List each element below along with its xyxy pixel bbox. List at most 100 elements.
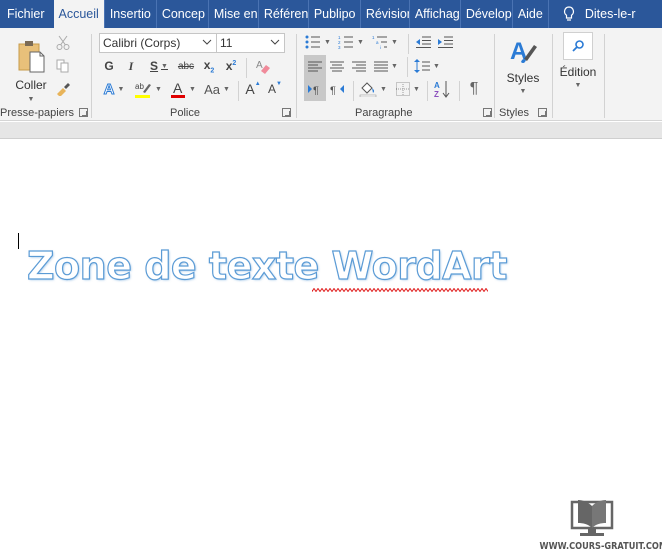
styles-dialog-launcher[interactable] — [538, 108, 547, 117]
font-color-caret[interactable]: ▼ — [189, 86, 196, 93]
clear-formatting-button[interactable]: A — [253, 57, 273, 75]
tab-insertion[interactable]: Insertio — [105, 0, 157, 28]
text-effects-caret[interactable]: ▼ — [117, 86, 124, 93]
bold-label: G — [104, 59, 114, 73]
scissors-icon — [56, 35, 70, 50]
change-case-button[interactable]: Aa ▼ — [201, 80, 233, 98]
align-center-button[interactable] — [327, 57, 347, 75]
bullets-button[interactable]: ▼ — [304, 33, 332, 51]
multilevel-caret[interactable]: ▼ — [391, 39, 398, 46]
bold-button[interactable]: G — [101, 57, 117, 75]
borders-caret[interactable]: ▼ — [413, 86, 420, 93]
underline-button[interactable]: S ▼ — [146, 57, 172, 75]
text-effects-button[interactable]: A ▼ — [100, 80, 128, 98]
clipboard-group-label: Presse-papiers — [0, 107, 74, 119]
tab-aide[interactable]: Aide — [513, 0, 549, 28]
paragraph-group-label: Paragraphe — [355, 107, 413, 119]
numbering-caret[interactable]: ▼ — [357, 39, 364, 46]
tab-developpeur[interactable]: Dévelop — [461, 0, 513, 28]
tell-me-label: Dites-le-r — [584, 7, 636, 21]
tab-revision[interactable]: Révisior — [361, 0, 410, 28]
styles-group: A Styles ▼ Styles — [495, 28, 552, 121]
styles-caret[interactable]: ▼ — [520, 88, 527, 95]
styles-button-label: Styles — [506, 71, 540, 85]
align-left-icon — [308, 61, 322, 71]
numbering-button[interactable]: 1 2 3 ▼ — [337, 33, 365, 51]
borders-button[interactable]: ▼ — [393, 80, 423, 98]
italic-label: I — [128, 58, 134, 73]
svg-text:¶: ¶ — [330, 85, 336, 95]
decrease-indent-button[interactable] — [413, 33, 433, 51]
subscript-button[interactable]: x2 — [200, 57, 218, 75]
cut-button[interactable] — [54, 34, 72, 52]
wordart-text-box[interactable]: Zone de texte WordArt — [26, 243, 508, 288]
tell-me-box[interactable]: Dites-le-r — [563, 6, 636, 22]
font-name-combobox[interactable]: Calibri (Corps) — [99, 33, 217, 53]
svg-text:3: 3 — [338, 45, 341, 49]
multilevel-list-button[interactable]: 1 a i ▼ — [370, 33, 400, 51]
group-separator — [604, 34, 605, 118]
styles-gallery-button[interactable]: A Styles ▼ — [501, 32, 545, 100]
book-monitor-icon — [570, 500, 614, 536]
tab-mise-en-page[interactable]: Mise en — [209, 0, 259, 28]
font-color-button[interactable]: A ▼ — [168, 80, 198, 98]
grow-font-button[interactable]: A ▲ — [244, 80, 262, 98]
rtl-button[interactable]: ¶ — [327, 80, 347, 98]
highlight-caret[interactable]: ▼ — [155, 86, 162, 93]
highlighter-icon: ab — [135, 82, 152, 98]
paragraph-dialog-launcher[interactable] — [483, 108, 492, 117]
font-dialog-launcher[interactable] — [282, 108, 291, 117]
justify-caret[interactable]: ▼ — [391, 63, 398, 70]
tab-affichage[interactable]: Affichag — [410, 0, 461, 28]
chevron-down-icon[interactable] — [270, 37, 280, 47]
show-formatting-marks-button[interactable]: ¶ — [464, 80, 484, 98]
highlight-color-button[interactable]: ab ▼ — [132, 80, 164, 98]
svg-text:1: 1 — [372, 35, 375, 40]
copy-button[interactable] — [54, 57, 72, 75]
font-size-combobox[interactable]: 11 — [216, 33, 285, 53]
line-spacing-button[interactable]: ▼ — [413, 57, 441, 75]
increase-indent-button[interactable] — [435, 33, 455, 51]
bullets-caret[interactable]: ▼ — [324, 39, 331, 46]
justify-button[interactable]: ▼ — [371, 57, 401, 75]
paintbrush-icon — [57, 83, 70, 96]
paste-button[interactable]: Coller ▼ — [10, 34, 52, 106]
right-to-left-icon: ¶ — [330, 85, 344, 95]
tab-fichier[interactable]: Fichier — [0, 0, 54, 28]
shrink-font-button[interactable]: A ▼ — [266, 80, 284, 98]
tab-references[interactable]: Référen — [259, 0, 309, 28]
format-painter-button[interactable] — [54, 80, 72, 98]
line-spacing-icon — [414, 59, 431, 73]
strikethrough-button[interactable]: abc — [176, 57, 196, 75]
tab-accueil[interactable]: Accueil — [53, 0, 105, 28]
italic-button[interactable]: I — [123, 57, 139, 75]
paste-label: Coller — [15, 77, 47, 92]
align-left-button[interactable] — [305, 57, 325, 75]
superscript-button[interactable]: x2 — [222, 57, 240, 75]
paste-dropdown-caret[interactable]: ▼ — [28, 96, 35, 103]
watermark-text: WWW.COURS-GRATUIT.COM — [539, 541, 662, 552]
underline-dropdown-caret[interactable]: ▼ — [161, 63, 168, 70]
inner-separator — [353, 81, 354, 101]
chevron-down-icon[interactable] — [202, 37, 212, 47]
change-case-caret[interactable]: ▼ — [223, 86, 230, 93]
editing-button[interactable]: Édition ▼ — [555, 32, 601, 98]
tab-publipostage[interactable]: Publipo — [309, 0, 361, 28]
editing-caret[interactable]: ▼ — [575, 82, 582, 89]
grow-arrow-icon: ▲ — [254, 81, 261, 87]
eraser-icon: A — [256, 60, 270, 74]
line-spacing-caret[interactable]: ▼ — [433, 63, 440, 70]
document-page[interactable]: Zone de texte WordArt WWW.COURS-GRATUIT.… — [0, 140, 662, 553]
shading-caret[interactable]: ▼ — [380, 86, 387, 93]
sort-button[interactable]: AZ — [431, 79, 453, 99]
shading-button[interactable]: ▼ — [357, 80, 389, 98]
ribbon-tab-bar: Fichier Accueil Insertio Concep Mise en … — [0, 0, 662, 28]
font-group: Calibri (Corps) 11 G I S ▼ abc x2 x2 A A ▼… — [92, 28, 296, 121]
svg-text:a: a — [376, 40, 379, 45]
paragraph-group: ▼ 1 2 3 ▼ 1 a i ▼ ▼ ▼ ¶ ¶ ▼ ▼ A Z ¶ Para… — [297, 28, 495, 121]
tab-conception[interactable]: Concep — [157, 0, 209, 28]
bullet-list-icon — [305, 35, 321, 49]
clipboard-dialog-launcher[interactable] — [79, 108, 88, 117]
ltr-button[interactable]: ¶ — [305, 80, 325, 98]
align-right-button[interactable] — [349, 57, 369, 75]
